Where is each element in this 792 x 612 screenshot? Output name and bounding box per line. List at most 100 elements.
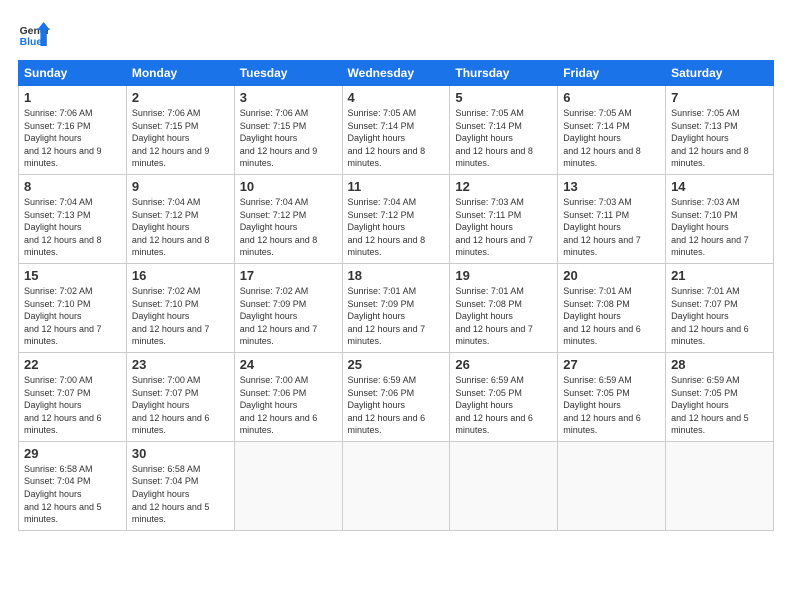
day-info: Sunrise: 7:00 AMSunset: 7:07 PMDaylight …	[132, 374, 229, 437]
day-info: Sunrise: 7:04 AMSunset: 7:12 PMDaylight …	[132, 196, 229, 259]
calendar-cell: 19Sunrise: 7:01 AMSunset: 7:08 PMDayligh…	[450, 263, 558, 352]
day-number: 15	[24, 268, 121, 283]
day-number: 12	[455, 179, 552, 194]
calendar-cell: 4 Sunrise: 7:05 AMSunset: 7:14 PMDaylight…	[342, 86, 450, 175]
day-info: Sunrise: 7:05 AMSunset: 7:14 PMDaylight …	[563, 107, 660, 170]
day-info: Sunrise: 7:02 AMSunset: 7:10 PMDaylight …	[132, 285, 229, 348]
day-info: Sunrise: 7:02 AMSunset: 7:09 PMDaylight …	[240, 285, 337, 348]
svg-text:Blue: Blue	[20, 37, 43, 48]
calendar-cell: 17Sunrise: 7:02 AMSunset: 7:09 PMDayligh…	[234, 263, 342, 352]
day-info: Sunrise: 6:58 AMSunset: 7:04 PMDaylight …	[132, 463, 229, 526]
day-info: Sunrise: 7:05 AMSunset: 7:14 PMDaylight …	[455, 107, 552, 170]
day-info: Sunrise: 7:06 AMSunset: 7:16 PMDaylight …	[24, 107, 121, 170]
day-number: 3	[240, 90, 337, 105]
header-thursday: Thursday	[450, 61, 558, 86]
day-info: Sunrise: 6:59 AMSunset: 7:05 PMDaylight …	[671, 374, 768, 437]
calendar-cell: 27 Sunrise: 6:59 AMSunset: 7:05 PMDayligh…	[558, 352, 666, 441]
calendar-header-row: SundayMondayTuesdayWednesdayThursdayFrid…	[19, 61, 774, 86]
calendar-week-row: 8 Sunrise: 7:04 AMSunset: 7:13 PMDaylight…	[19, 174, 774, 263]
calendar-cell: 25 Sunrise: 6:59 AMSunset: 7:06 PMDayligh…	[342, 352, 450, 441]
day-number: 8	[24, 179, 121, 194]
day-number: 24	[240, 357, 337, 372]
day-info: Sunrise: 7:03 AMSunset: 7:11 PMDaylight …	[455, 196, 552, 259]
day-number: 20	[563, 268, 660, 283]
calendar-cell: 30 Sunrise: 6:58 AMSunset: 7:04 PMDayligh…	[126, 441, 234, 530]
day-number: 7	[671, 90, 768, 105]
calendar-cell: 23 Sunrise: 7:00 AMSunset: 7:07 PMDayligh…	[126, 352, 234, 441]
day-info: Sunrise: 7:03 AMSunset: 7:11 PMDaylight …	[563, 196, 660, 259]
day-info: Sunrise: 6:59 AMSunset: 7:05 PMDaylight …	[455, 374, 552, 437]
day-info: Sunrise: 6:59 AMSunset: 7:06 PMDaylight …	[348, 374, 445, 437]
day-number: 25	[348, 357, 445, 372]
calendar-cell: 24 Sunrise: 7:00 AMSunset: 7:06 PMDayligh…	[234, 352, 342, 441]
calendar-cell: 21 Sunrise: 7:01 AMSunset: 7:07 PMDayligh…	[666, 263, 774, 352]
day-info: Sunrise: 7:00 AMSunset: 7:07 PMDaylight …	[24, 374, 121, 437]
logo: General Blue	[18, 18, 50, 50]
header-saturday: Saturday	[666, 61, 774, 86]
day-info: Sunrise: 7:06 AMSunset: 7:15 PMDaylight …	[240, 107, 337, 170]
calendar-week-row: 29 Sunrise: 6:58 AMSunset: 7:04 PMDayligh…	[19, 441, 774, 530]
day-number: 16	[132, 268, 229, 283]
day-number: 10	[240, 179, 337, 194]
day-info: Sunrise: 7:01 AMSunset: 7:08 PMDaylight …	[563, 285, 660, 348]
day-number: 28	[671, 357, 768, 372]
calendar-cell: 5 Sunrise: 7:05 AMSunset: 7:14 PMDaylight…	[450, 86, 558, 175]
calendar-cell	[558, 441, 666, 530]
header-monday: Monday	[126, 61, 234, 86]
header-wednesday: Wednesday	[342, 61, 450, 86]
day-number: 18	[348, 268, 445, 283]
calendar-cell: 9 Sunrise: 7:04 AMSunset: 7:12 PMDaylight…	[126, 174, 234, 263]
page: General Blue SundayMondayTuesdayWednesda…	[0, 0, 792, 612]
calendar-cell: 28 Sunrise: 6:59 AMSunset: 7:05 PMDayligh…	[666, 352, 774, 441]
calendar-cell: 2Sunrise: 7:06 AMSunset: 7:15 PMDaylight…	[126, 86, 234, 175]
calendar-cell: 15 Sunrise: 7:02 AMSunset: 7:10 PMDayligh…	[19, 263, 127, 352]
day-number: 5	[455, 90, 552, 105]
calendar-cell	[666, 441, 774, 530]
day-info: Sunrise: 7:05 AMSunset: 7:13 PMDaylight …	[671, 107, 768, 170]
logo-icon: General Blue	[18, 18, 50, 50]
calendar-cell: 18Sunrise: 7:01 AMSunset: 7:09 PMDayligh…	[342, 263, 450, 352]
day-info: Sunrise: 6:59 AMSunset: 7:05 PMDaylight …	[563, 374, 660, 437]
day-info: Sunrise: 7:01 AMSunset: 7:07 PMDaylight …	[671, 285, 768, 348]
day-number: 13	[563, 179, 660, 194]
day-number: 21	[671, 268, 768, 283]
day-number: 4	[348, 90, 445, 105]
calendar-cell: 11 Sunrise: 7:04 AMSunset: 7:12 PMDayligh…	[342, 174, 450, 263]
day-number: 1	[24, 90, 121, 105]
calendar-cell: 16 Sunrise: 7:02 AMSunset: 7:10 PMDayligh…	[126, 263, 234, 352]
calendar-cell	[342, 441, 450, 530]
day-number: 27	[563, 357, 660, 372]
header-sunday: Sunday	[19, 61, 127, 86]
day-info: Sunrise: 7:03 AMSunset: 7:10 PMDaylight …	[671, 196, 768, 259]
day-info: Sunrise: 7:04 AMSunset: 7:12 PMDaylight …	[240, 196, 337, 259]
calendar-cell: 14Sunrise: 7:03 AMSunset: 7:10 PMDayligh…	[666, 174, 774, 263]
calendar-cell: 22Sunrise: 7:00 AMSunset: 7:07 PMDayligh…	[19, 352, 127, 441]
header-friday: Friday	[558, 61, 666, 86]
day-info: Sunrise: 7:04 AMSunset: 7:12 PMDaylight …	[348, 196, 445, 259]
day-number: 30	[132, 446, 229, 461]
day-number: 23	[132, 357, 229, 372]
calendar-cell: 29Sunrise: 6:58 AMSunset: 7:04 PMDayligh…	[19, 441, 127, 530]
calendar-week-row: 22Sunrise: 7:00 AMSunset: 7:07 PMDayligh…	[19, 352, 774, 441]
day-info: Sunrise: 7:05 AMSunset: 7:14 PMDaylight …	[348, 107, 445, 170]
calendar-week-row: 1 Sunrise: 7:06 AMSunset: 7:16 PMDaylight…	[19, 86, 774, 175]
calendar-cell: 1 Sunrise: 7:06 AMSunset: 7:16 PMDaylight…	[19, 86, 127, 175]
calendar-cell: 6Sunrise: 7:05 AMSunset: 7:14 PMDaylight…	[558, 86, 666, 175]
day-info: Sunrise: 7:02 AMSunset: 7:10 PMDaylight …	[24, 285, 121, 348]
calendar-week-row: 15 Sunrise: 7:02 AMSunset: 7:10 PMDayligh…	[19, 263, 774, 352]
calendar-cell: 10 Sunrise: 7:04 AMSunset: 7:12 PMDayligh…	[234, 174, 342, 263]
calendar-cell: 3 Sunrise: 7:06 AMSunset: 7:15 PMDaylight…	[234, 86, 342, 175]
day-number: 11	[348, 179, 445, 194]
day-number: 2	[132, 90, 229, 105]
calendar-cell: 20 Sunrise: 7:01 AMSunset: 7:08 PMDayligh…	[558, 263, 666, 352]
calendar-cell: 26Sunrise: 6:59 AMSunset: 7:05 PMDayligh…	[450, 352, 558, 441]
header: General Blue	[18, 18, 774, 50]
day-number: 29	[24, 446, 121, 461]
day-number: 9	[132, 179, 229, 194]
calendar-cell	[450, 441, 558, 530]
calendar-cell: 7 Sunrise: 7:05 AMSunset: 7:13 PMDaylight…	[666, 86, 774, 175]
day-info: Sunrise: 7:01 AMSunset: 7:08 PMDaylight …	[455, 285, 552, 348]
day-info: Sunrise: 7:00 AMSunset: 7:06 PMDaylight …	[240, 374, 337, 437]
day-info: Sunrise: 7:04 AMSunset: 7:13 PMDaylight …	[24, 196, 121, 259]
calendar: SundayMondayTuesdayWednesdayThursdayFrid…	[18, 60, 774, 531]
